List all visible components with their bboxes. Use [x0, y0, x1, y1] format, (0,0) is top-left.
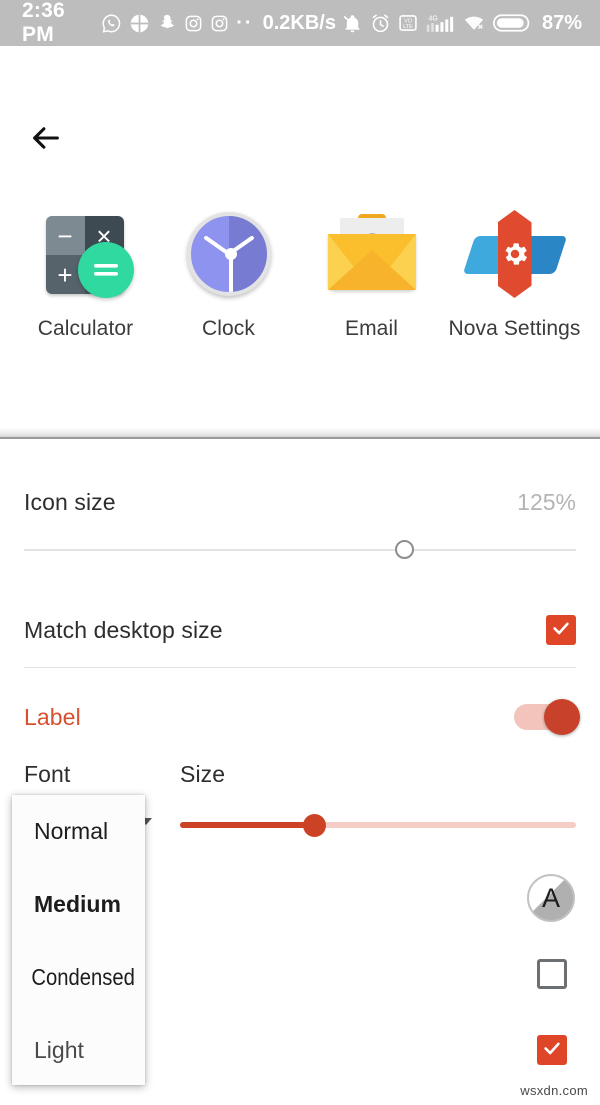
app-preview-nova-settings[interactable]: Nova Settings [443, 202, 586, 341]
setting-row-icon-size[interactable]: Icon size 125% [24, 489, 576, 516]
app-label-email: Email [344, 317, 398, 340]
label-toggle-switch[interactable] [514, 699, 580, 735]
svg-text:4G: 4G [428, 15, 437, 22]
icon-size-slider-track[interactable] [24, 549, 576, 551]
app-preview-clock[interactable]: Clock [157, 202, 300, 341]
single-line-checkbox-checked[interactable] [537, 1035, 567, 1065]
app-label-calculator: Calculator [37, 317, 134, 340]
font-dropdown-menu[interactable]: Normal Medium Condensed Light [12, 795, 145, 1085]
status-bar: 2:36 PM ·· 0.2KB/s VO LTE 4G 87% [0, 0, 600, 46]
match-desktop-size-label: Match desktop size [24, 617, 223, 643]
match-desktop-size-checkbox[interactable] [546, 615, 576, 645]
font-option-light[interactable]: Light [12, 1014, 145, 1087]
clock-icon [179, 202, 279, 302]
instagram-icon [184, 14, 203, 33]
app-label-clock: Clock [201, 317, 255, 340]
size-slider-thumb[interactable] [303, 814, 327, 837]
gear-icon [500, 239, 530, 274]
size-slider-fill [180, 822, 315, 828]
divider-after-match-desktop [24, 667, 576, 668]
instagram-icon [210, 14, 229, 33]
watermark: wsxdn.com [520, 1083, 588, 1098]
label-toggle-knob [544, 699, 580, 735]
swatch-letter: A [541, 882, 560, 913]
app-label-nova-settings: Nova Settings [448, 317, 581, 340]
font-option-normal[interactable]: Normal [12, 795, 145, 868]
status-bar-clock: 2:36 PM [22, 0, 65, 46]
icon-size-slider-thumb[interactable] [395, 540, 415, 559]
icon-preview-area: − × + Calculator Clock Email Nova Settin… [0, 150, 600, 428]
more-dots-icon: ·· [236, 12, 254, 34]
volte-icon: VO LTE [398, 13, 418, 33]
check-icon [541, 1037, 563, 1064]
app-top-bar [0, 46, 600, 150]
email-icon [322, 202, 422, 302]
snapchat-icon [157, 13, 177, 33]
shadow-checkbox-unchecked[interactable] [537, 959, 567, 989]
battery-percent-label: 87% [541, 11, 582, 34]
app-preview-calculator[interactable]: − × + Calculator [14, 202, 157, 341]
battery-icon [492, 13, 531, 33]
whatsapp-icon [101, 13, 122, 34]
calculator-icon: − × + [36, 202, 136, 302]
network-speed-label: 0.2KB/s [262, 11, 336, 34]
label-color-swatch[interactable]: A [527, 874, 575, 922]
bell-muted-icon [342, 13, 363, 34]
setting-row-match-desktop-size[interactable]: Match desktop size [24, 617, 576, 644]
calculator-equals-badge [77, 242, 134, 298]
calculator-minus-glyph: − [45, 216, 85, 255]
signal-4g-icon: 4G [425, 12, 455, 34]
icon-size-label: Icon size [24, 489, 116, 515]
size-label: Size [180, 761, 226, 787]
font-option-medium[interactable]: Medium [12, 868, 145, 941]
plus-grid-icon [129, 13, 150, 34]
app-preview-email[interactable]: Email [300, 202, 443, 341]
alarm-icon [370, 13, 391, 34]
svg-text:LTE: LTE [403, 24, 413, 30]
setting-row-label[interactable]: Label [24, 704, 576, 731]
icon-size-value: 125% [517, 489, 576, 515]
label-section-label: Label [24, 704, 81, 730]
nova-settings-icon [462, 202, 567, 302]
font-option-condensed[interactable]: Condensed [12, 941, 135, 1014]
check-icon [550, 617, 572, 644]
font-label: Font [24, 761, 71, 787]
wifi-icon [462, 12, 486, 34]
